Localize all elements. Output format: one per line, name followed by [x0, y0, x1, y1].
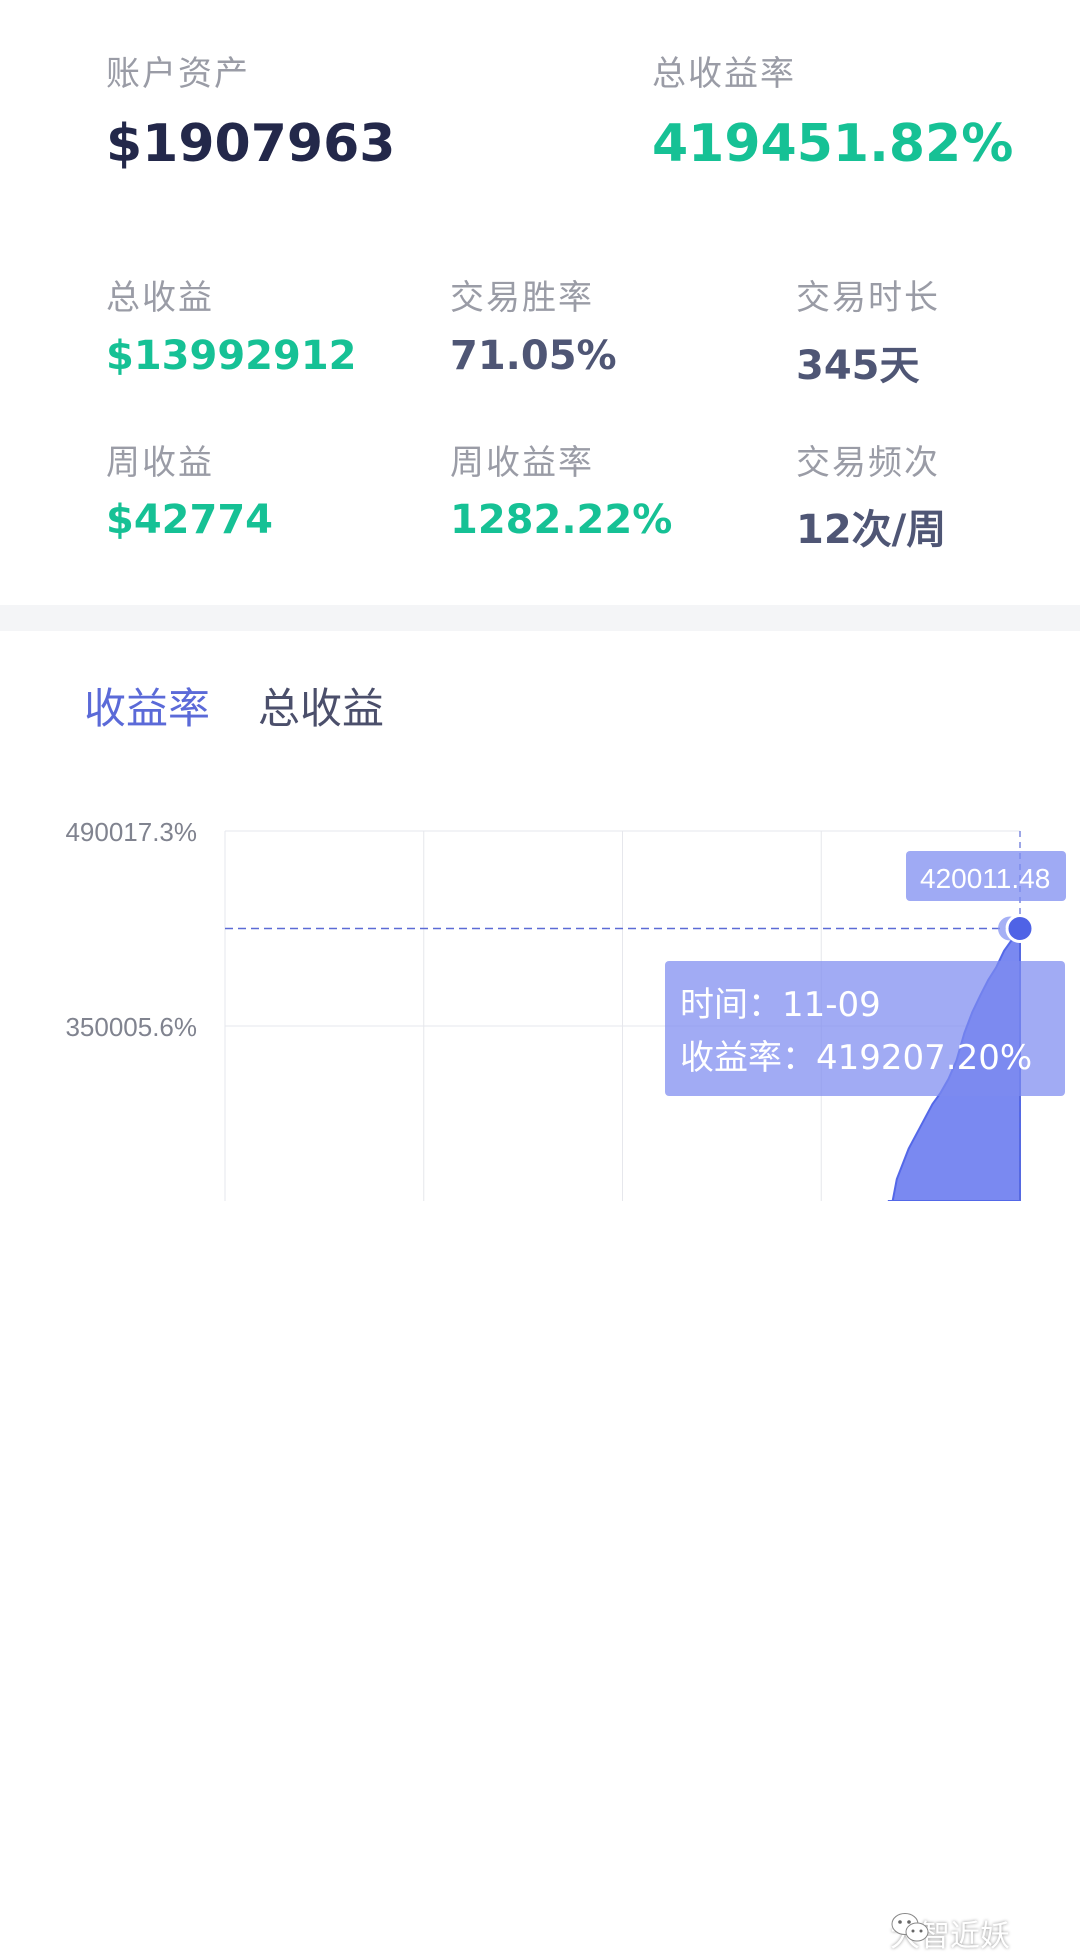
account-assets-value: $1907963 — [106, 114, 396, 174]
trading-duration-label: 交易时长 — [796, 278, 940, 318]
tab-total-return[interactable]: 总收益 — [258, 675, 384, 736]
chart-svg: 490017.3% 350005.6% 420011.48 时间：11-09 收益率：4… — [65, 817, 1066, 1201]
total-return-rate-value: 419451.82% — [652, 114, 1014, 174]
crosshair-point — [1005, 913, 1035, 943]
weekly-profit-label: 周收益 — [106, 443, 214, 483]
crosshair-value-label: 420011.48 — [920, 863, 1050, 894]
total-return-rate-label: 总收益率 — [652, 54, 796, 94]
account-assets-label: 账户资产 — [106, 54, 250, 94]
wechat-icon — [891, 1913, 929, 1942]
trading-frequency-label: 交易频次 — [796, 443, 940, 483]
y-tick-label: 350005.6% — [65, 1012, 197, 1042]
win-rate-label: 交易胜率 — [450, 278, 594, 318]
tooltip-time: 时间：11-09 — [680, 985, 881, 1025]
win-rate-value: 71.05% — [450, 333, 617, 379]
tooltip-rate: 收益率：419207.20% — [680, 1038, 1032, 1078]
section-divider — [0, 605, 1080, 631]
total-profit-label: 总收益 — [106, 278, 214, 318]
weekly-return-rate-label: 周收益率 — [450, 443, 594, 483]
tab-return-rate[interactable]: 收益率 — [84, 675, 210, 736]
total-profit-value: $13992912 — [106, 333, 357, 379]
stats-panel: 账户资产 $1907963 总收益率 419451.82% 总收益 $13992… — [0, 0, 1080, 605]
trading-frequency-value: 12次/周 — [796, 507, 947, 553]
return-rate-chart[interactable]: 490017.3% 350005.6% 420011.48 时间：11-09 收益率：4… — [0, 781, 1080, 1954]
weekly-profit-value: $42774 — [106, 497, 273, 543]
weekly-return-rate-value: 1282.22% — [450, 497, 673, 543]
trading-duration-value: 345天 — [796, 343, 920, 389]
chart-tabs: 收益率 总收益 — [0, 631, 1080, 781]
watermark: 大智近妖 — [890, 1911, 1010, 1955]
y-tick-label: 490017.3% — [65, 817, 197, 847]
